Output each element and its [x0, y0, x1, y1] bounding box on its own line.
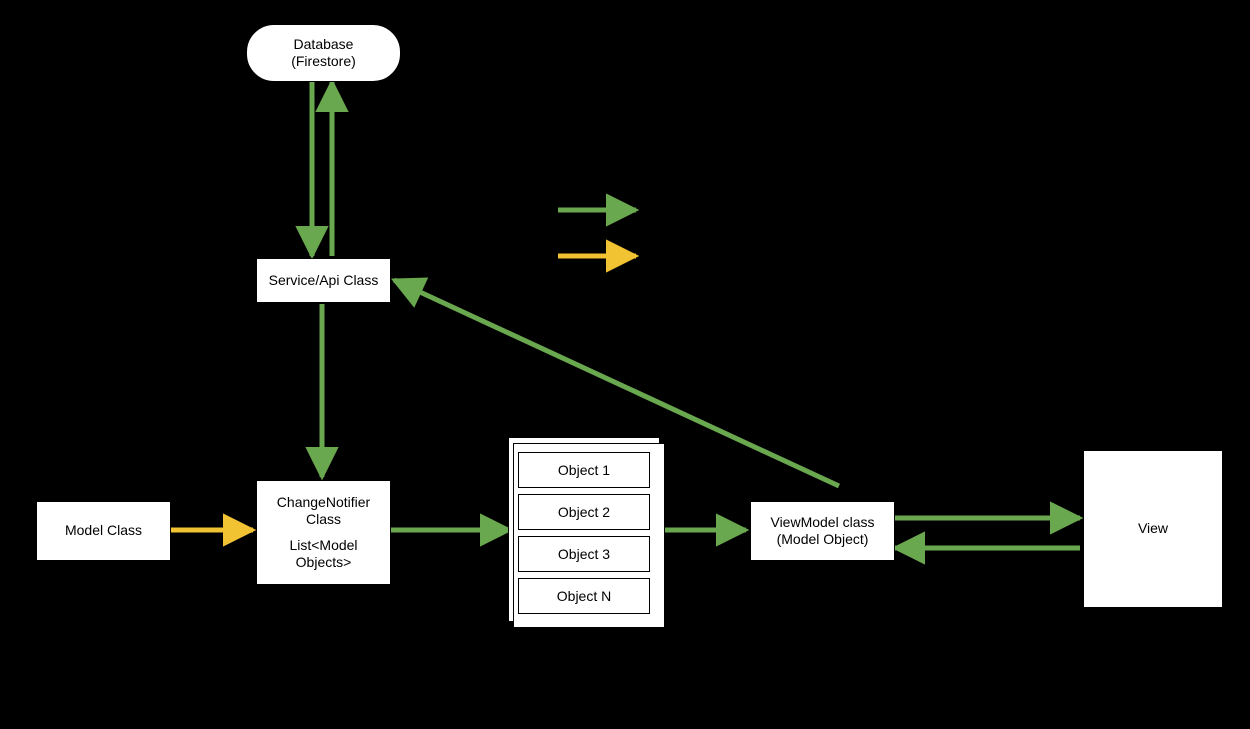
node-label: Model Class: [65, 522, 142, 540]
node-database: Database (Firestore): [246, 24, 401, 82]
node-change-notifier: ChangeNotifier Class List<Model Objects>: [256, 480, 391, 585]
node-model: Model Class: [36, 501, 171, 561]
stack-item: Object N: [518, 578, 650, 614]
node-label-line1: ViewModel class: [770, 514, 874, 532]
node-view: View: [1083, 450, 1223, 608]
node-label-line1: ChangeNotifier: [277, 494, 370, 512]
stack-item-label: Object 2: [558, 504, 610, 520]
node-label-line3: List<Model: [289, 537, 357, 555]
stack-item: Object 3: [518, 536, 650, 572]
node-label-line4: Objects>: [296, 554, 352, 572]
stack-item: Object 1: [518, 452, 650, 488]
node-label-line2: Class: [306, 511, 341, 529]
stack-item-label: Object 3: [558, 546, 610, 562]
node-sublabel: (Firestore): [291, 53, 356, 71]
node-viewmodel: ViewModel class (Model Object): [750, 501, 895, 561]
node-label-line2: (Model Object): [777, 531, 869, 549]
legend-label-data: = Data: [650, 202, 692, 218]
stack-item: Object 2: [518, 494, 650, 530]
node-label: View: [1138, 520, 1168, 538]
stack-item-label: Object N: [557, 588, 611, 604]
legend-label-dependency: = Dependency: [650, 248, 741, 264]
node-label: Database: [294, 36, 354, 54]
node-label: Service/Api Class: [269, 272, 379, 290]
stack-item-label: Object 1: [558, 462, 610, 478]
node-service: Service/Api Class: [256, 258, 391, 303]
